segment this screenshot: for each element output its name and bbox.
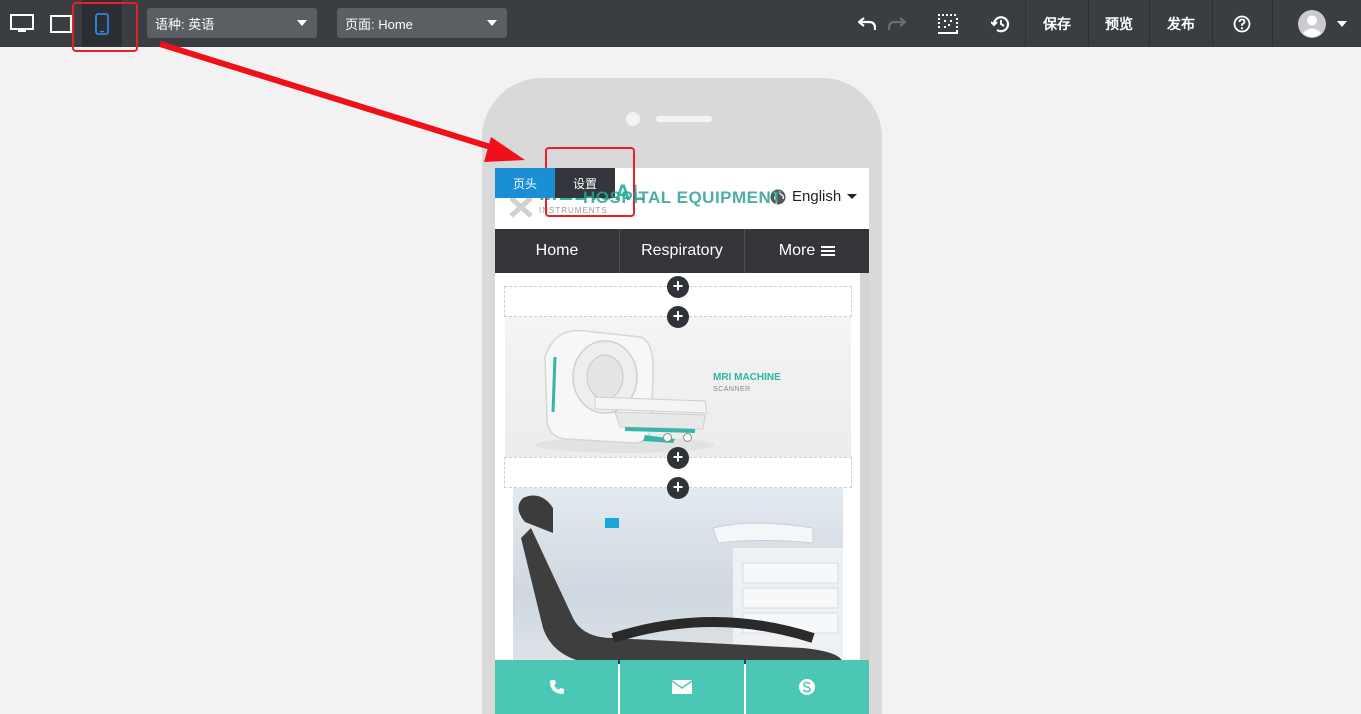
annotation-arrow xyxy=(159,41,525,162)
plus-icon: + xyxy=(672,306,684,326)
add-section-button[interactable]: + xyxy=(667,276,689,298)
phone-icon xyxy=(549,680,564,694)
email-button[interactable] xyxy=(620,660,744,714)
skype-icon xyxy=(799,679,816,695)
header-tab[interactable]: 页头 xyxy=(495,168,555,198)
footer-contact-bar xyxy=(495,660,869,714)
mail-icon xyxy=(671,680,692,694)
add-section-button[interactable]: + xyxy=(667,447,689,469)
call-button[interactable] xyxy=(495,660,619,714)
add-section-button[interactable]: + xyxy=(667,306,689,328)
plus-icon: + xyxy=(672,447,684,467)
plus-icon: + xyxy=(672,276,684,296)
skype-button[interactable] xyxy=(745,660,869,714)
add-section-button[interactable]: + xyxy=(667,477,689,499)
plus-icon: + xyxy=(672,477,684,497)
footer-heading: HOSPITAL EQUIPMENT xyxy=(583,188,783,207)
